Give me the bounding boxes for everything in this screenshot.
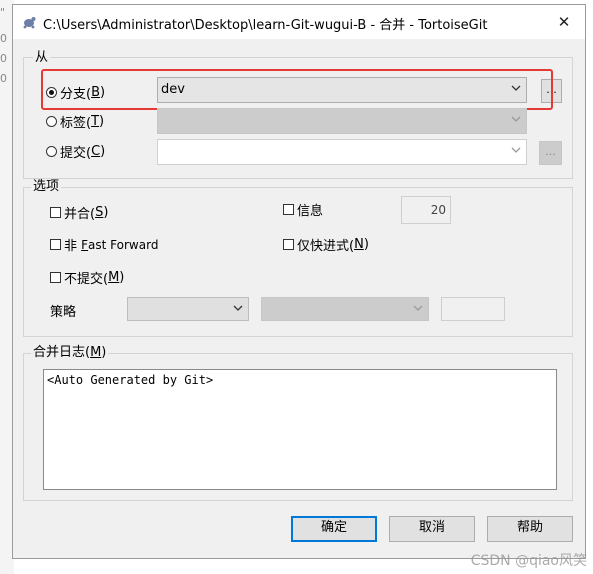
help-button[interactable]: 帮助 xyxy=(487,516,573,542)
from-group-label: 从 xyxy=(33,50,51,65)
annotation-highlight xyxy=(41,69,553,110)
close-icon[interactable]: ✕ xyxy=(553,11,575,33)
no-ff-checkbox[interactable]: 非 Fast Forward xyxy=(50,235,158,254)
log-count-field[interactable]: 20 xyxy=(401,196,451,224)
merge-dialog: C:\Users\Administrator\Desktop\learn-Git… xyxy=(12,4,586,559)
no-commit-checkbox-box xyxy=(50,272,61,283)
chevron-down-icon xyxy=(510,143,522,157)
squash-checkbox[interactable]: 并合(S) xyxy=(50,203,108,222)
tag-radio-dot xyxy=(46,116,57,127)
log-checkbox-box xyxy=(283,204,294,215)
no-commit-checkbox[interactable]: 不提交(M) xyxy=(50,268,124,287)
commit-radio[interactable]: 提交(C) xyxy=(46,142,105,161)
cancel-button[interactable]: 取消 xyxy=(389,516,475,542)
commit-combo[interactable] xyxy=(157,139,527,165)
chevron-down-icon xyxy=(412,301,424,315)
background-text: 0 xyxy=(0,32,7,45)
ff-only-checkbox-box xyxy=(283,239,294,250)
merge-log-label: 合并日志(M) xyxy=(31,345,109,360)
options-group-label: 选项 xyxy=(31,179,62,194)
merge-log-textarea[interactable]: <Auto Generated by Git> xyxy=(43,369,557,490)
chevron-down-icon xyxy=(232,301,244,315)
tag-radio[interactable]: 标签(T) xyxy=(46,112,104,131)
background-text: 0 xyxy=(0,52,7,65)
ok-button[interactable]: 确定 xyxy=(291,516,377,542)
background-text: " xyxy=(0,6,6,19)
window-title: C:\Users\Administrator\Desktop\learn-Git… xyxy=(43,18,488,33)
log-checkbox[interactable]: 信息 xyxy=(283,200,323,219)
chevron-down-icon xyxy=(510,112,522,126)
tortoisegit-icon xyxy=(21,14,37,30)
commit-browse-button[interactable]: ... xyxy=(539,141,562,165)
squash-checkbox-box xyxy=(50,207,61,218)
strategy-option-combo[interactable] xyxy=(261,297,429,321)
strategy-label: 策略 xyxy=(50,305,77,320)
title-bar: C:\Users\Administrator\Desktop\learn-Git… xyxy=(13,5,585,39)
tag-combo[interactable] xyxy=(157,108,527,134)
no-ff-checkbox-box xyxy=(50,239,61,250)
watermark: CSDN @qiao风笑 xyxy=(470,553,587,569)
strategy-param-field[interactable] xyxy=(441,297,505,321)
ff-only-checkbox[interactable]: 仅快进式(N) xyxy=(283,235,369,254)
commit-radio-dot xyxy=(46,146,57,157)
strategy-combo[interactable] xyxy=(127,297,249,321)
background-text: 0 xyxy=(0,72,7,85)
